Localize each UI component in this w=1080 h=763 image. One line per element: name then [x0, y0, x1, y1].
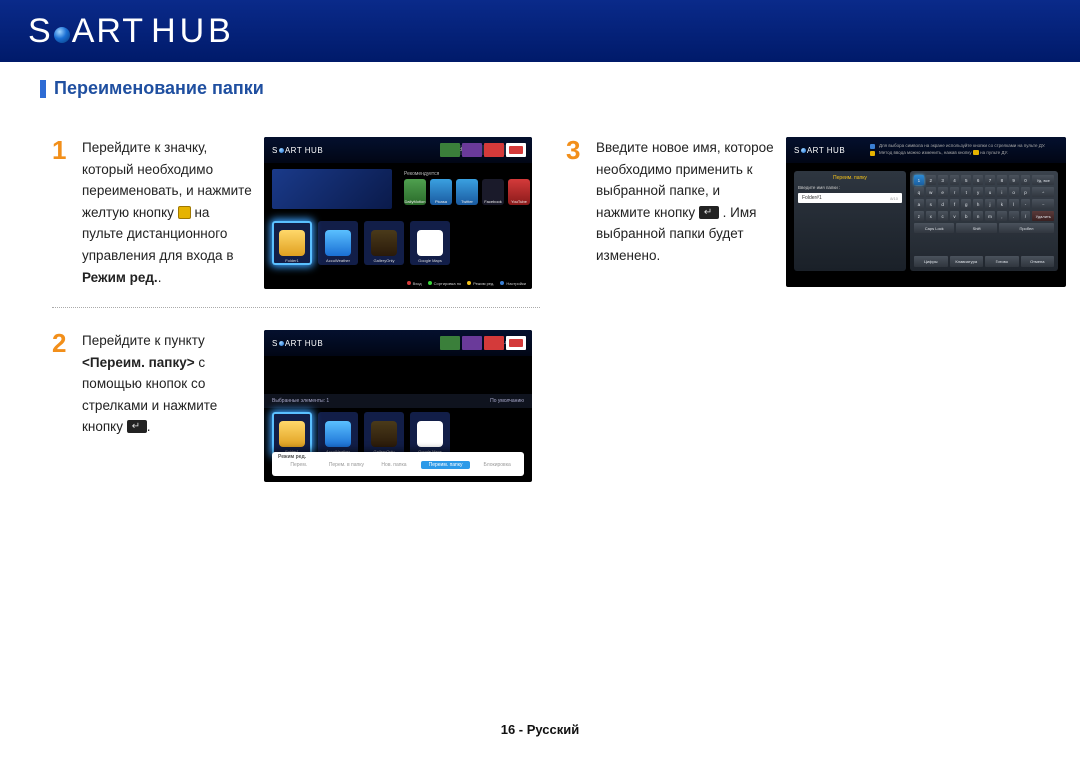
yellow-remote-button-icon: [178, 206, 191, 219]
page-header: S ART HUB: [0, 0, 1080, 62]
brand-logo: S ART HUB: [28, 12, 235, 51]
step-number: 2: [52, 330, 74, 482]
screenshot-step1: SART HUB Search Рекомендуется DailyMotio…: [264, 137, 532, 289]
mock-samsung-apps: [440, 143, 526, 157]
mock-recommended-row: DailyMotion Picasa Twitter Facebook YouT…: [404, 179, 530, 205]
step-text: Перейдите к значку, который необходимо п…: [82, 137, 254, 289]
step-1: 1 Перейдите к значку, который необходимо…: [52, 137, 540, 289]
divider: [52, 307, 540, 308]
brand-s: S: [28, 12, 53, 51]
right-column: 3 Введите новое имя, которое необходимо …: [566, 137, 1066, 482]
section-heading: Переименование папки: [0, 62, 1080, 113]
main-content: 1 Перейдите к значку, который необходимо…: [0, 113, 1080, 482]
mock-app-row: Folder1 AccuWeather GalleryOnly Google M…: [272, 221, 450, 265]
mock-tooltip: Для выбора символа на экране используйте…: [870, 143, 1058, 158]
mock-folder-selected: Folder1: [272, 221, 312, 265]
mock-folder-name-field: Folder#18/10: [798, 193, 902, 203]
step-3: 3 Введите новое имя, которое необходимо …: [566, 137, 1066, 287]
mock-footer: Вход Сортировка по Режим ред. Настройки: [264, 277, 532, 289]
left-column: 1 Перейдите к значку, который необходимо…: [52, 137, 540, 482]
mock-rec-label: Рекомендуется: [404, 171, 439, 177]
step-text: Перейдите к пункту <Переим. папку> с пом…: [82, 330, 254, 482]
enter-button-icon: [699, 206, 719, 219]
mock-edit-menu: Режим ред. Перем. Перем. в папку Нов. па…: [272, 452, 524, 476]
step-text: Введите новое имя, которое необходимо пр…: [596, 137, 776, 287]
brand-orb-icon: [54, 27, 70, 43]
step-number: 1: [52, 137, 74, 289]
mock-logo: SART HUB: [272, 146, 323, 155]
heading-accent-bar: [40, 80, 46, 98]
mock-onscreen-keyboard: 1234567890Уд. все qwertyuiop^ asdfghjkl-…: [910, 171, 1058, 271]
brand-hub: HUB: [151, 12, 235, 51]
screenshot-step3: SART HUB Для выбора символа на экране ис…: [786, 137, 1066, 287]
heading-text: Переименование папки: [54, 78, 264, 99]
step-number: 3: [566, 137, 588, 287]
screenshot-step2: SART HUB Samsung Apps Выбранные элементы…: [264, 330, 532, 482]
mock-rename-dialog: Переим. папку Введите имя папки : Folder…: [794, 171, 906, 271]
step-2: 2 Перейдите к пункту <Переим. папку> с п…: [52, 330, 540, 482]
brand-art: ART: [72, 12, 145, 51]
mock-selection-band: Выбранные элементы: 1По умолчанию: [264, 394, 532, 408]
mock-banner: [272, 169, 392, 209]
mock-app-row: Folder1 AccuWeather GalleryOnly Google M…: [272, 412, 450, 456]
page-footer: 16 - Русский: [0, 722, 1080, 737]
enter-button-icon: [127, 420, 147, 433]
mock-rename-option-active: Переим. папку: [421, 461, 471, 469]
